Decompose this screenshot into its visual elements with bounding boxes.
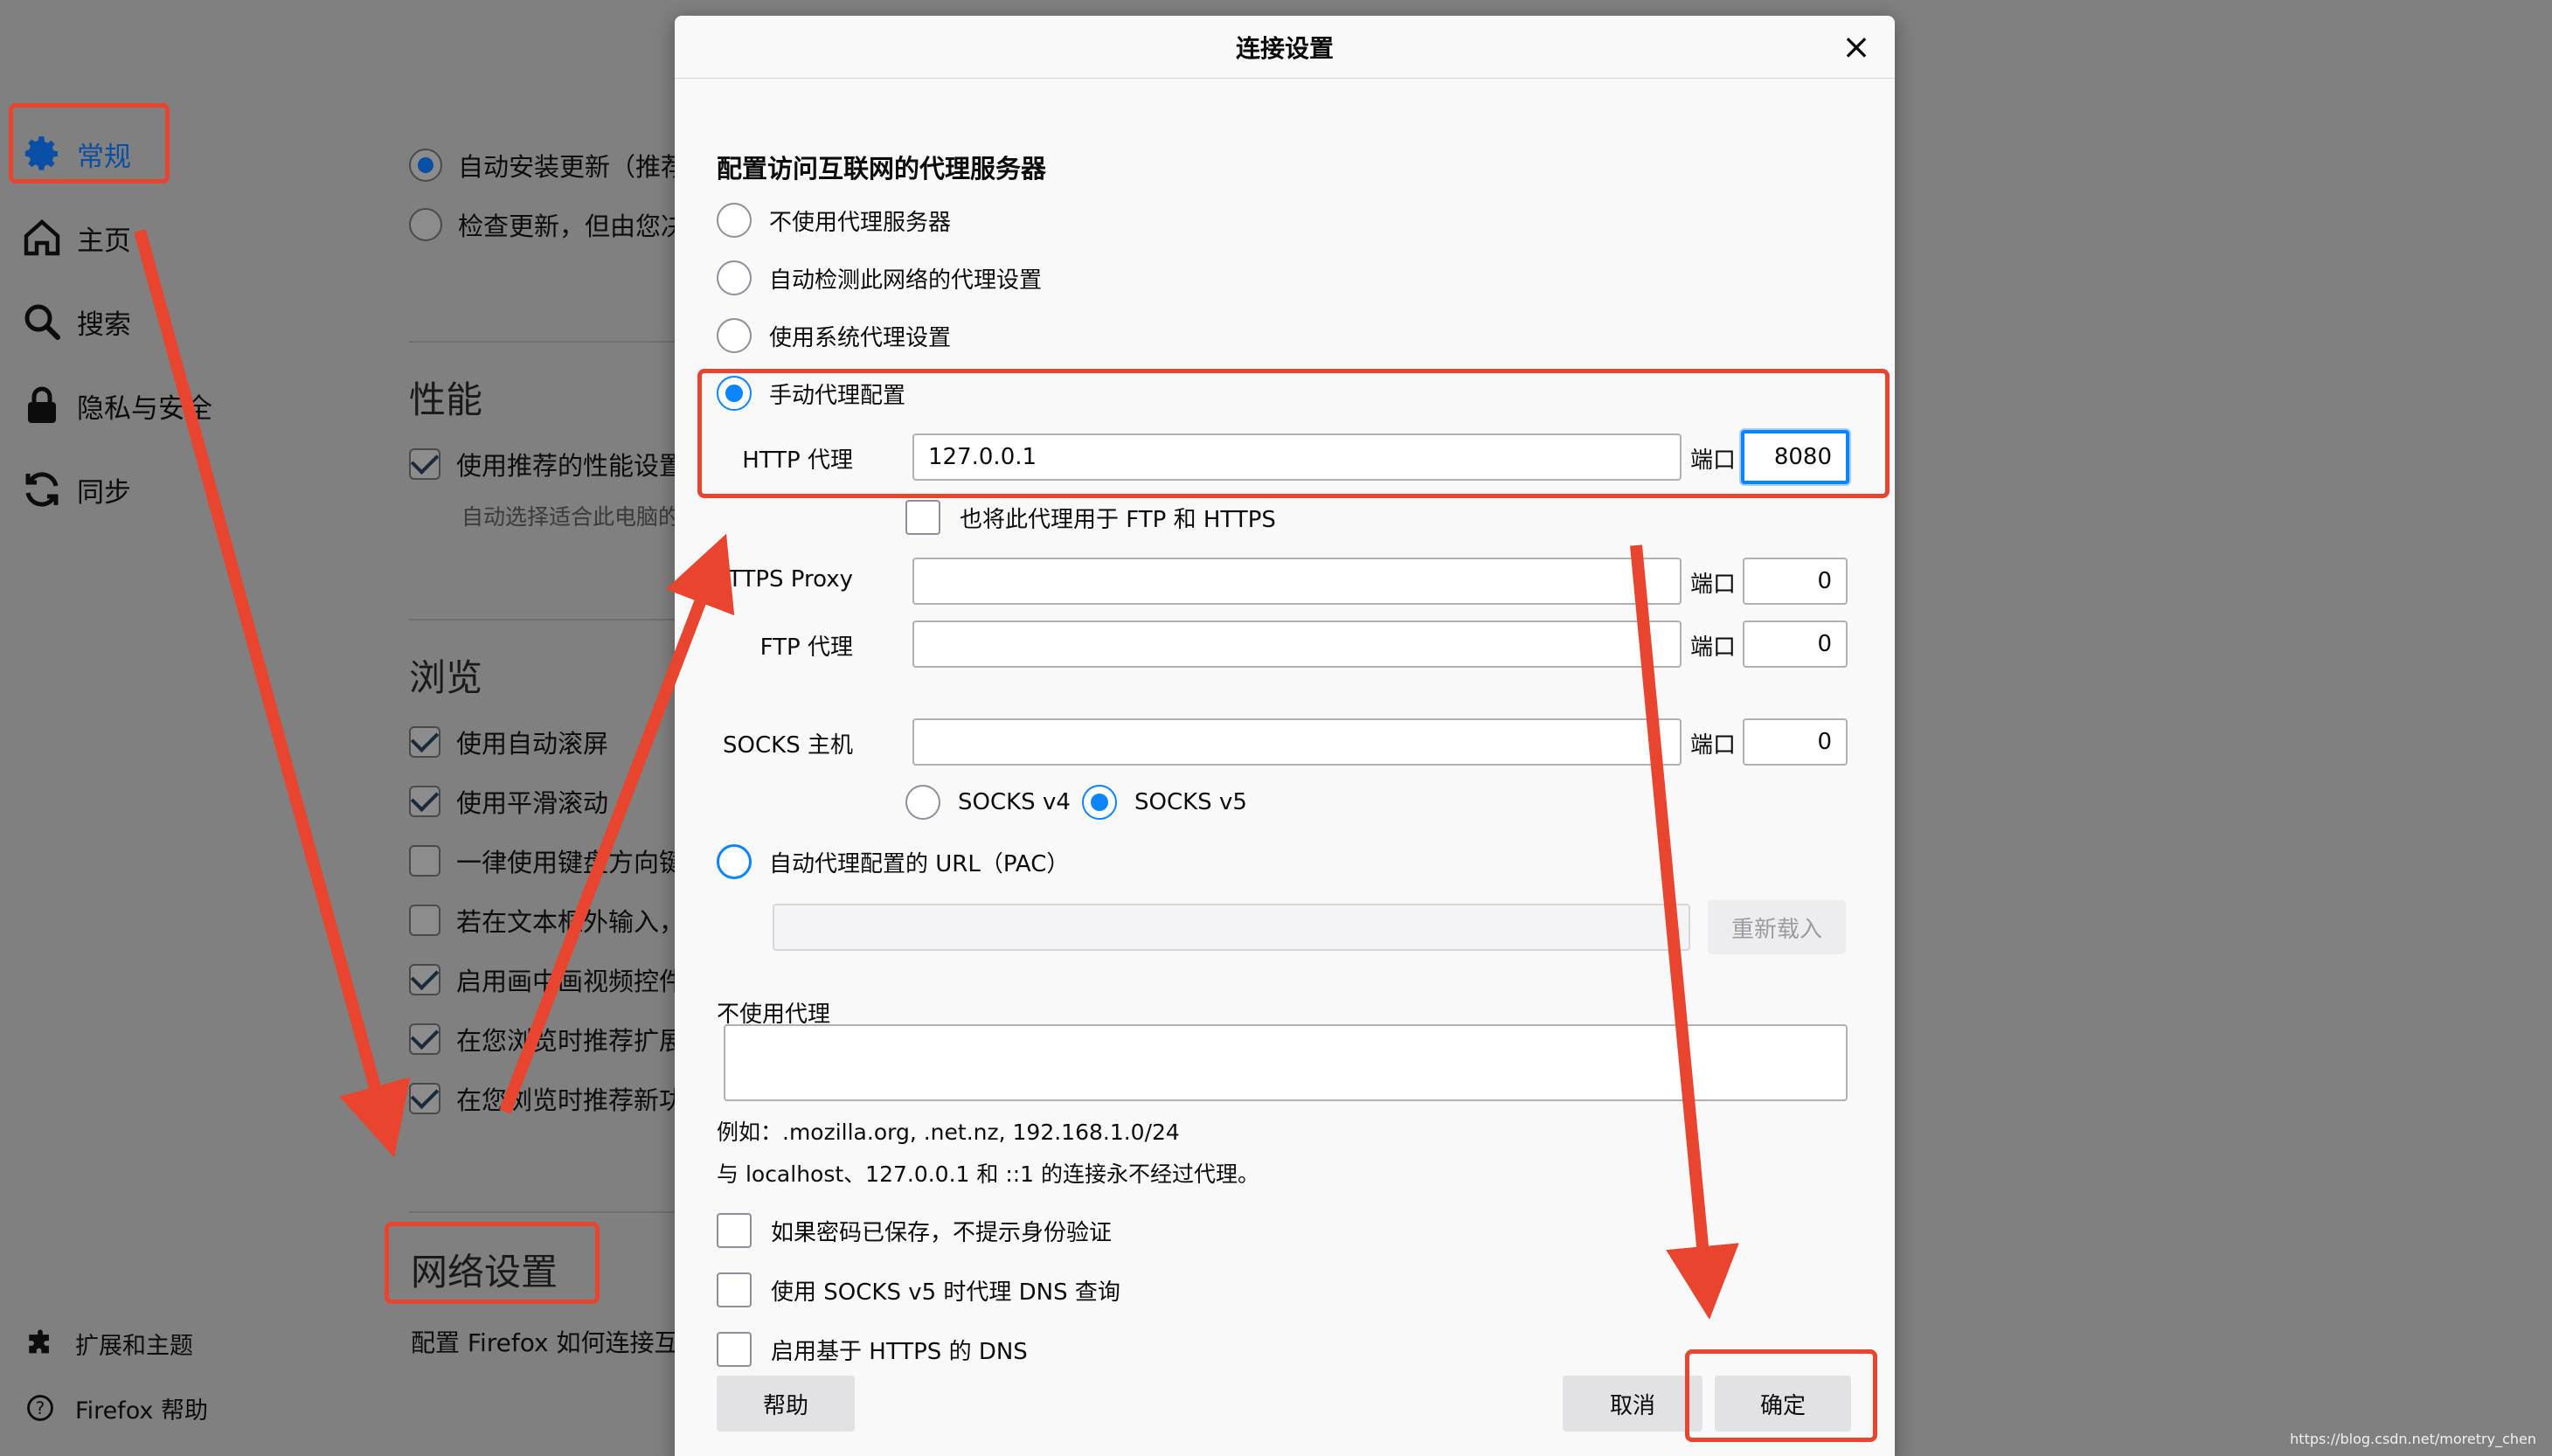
browsing-option[interactable]: 一律使用键盘方向键 bbox=[409, 841, 682, 881]
system-proxy-option[interactable]: 使用系统代理设置 bbox=[717, 318, 951, 353]
checkbox[interactable] bbox=[409, 1083, 440, 1114]
watermark: https://blog.csdn.net/moretry_chen bbox=[2290, 1431, 2536, 1447]
checkbox[interactable] bbox=[409, 905, 440, 936]
also-use-for-ftp-https-checkbox[interactable]: 也将此代理用于 FTP 和 HTTPS bbox=[905, 500, 1276, 535]
close-icon[interactable]: × bbox=[1837, 27, 1876, 67]
socks-host-label: SOCKS 主机 bbox=[723, 732, 853, 759]
browsing-heading: 浏览 bbox=[409, 656, 483, 699]
radio-button[interactable] bbox=[1082, 785, 1117, 820]
annotation-box-manual-proxy bbox=[697, 369, 1890, 498]
browsing-option[interactable]: 启用画中画视频控件 bbox=[409, 960, 682, 1000]
radio-button[interactable] bbox=[409, 208, 442, 241]
socks-port-label: 端口 bbox=[1690, 732, 1737, 759]
performance-subtext: 自动选择适合此电脑的 bbox=[461, 504, 681, 530]
browsing-option[interactable]: 在您浏览时推荐新功能 bbox=[409, 1078, 682, 1119]
sidebar-item-label: Firefox 帮助 bbox=[75, 1397, 208, 1425]
annotation-box-general bbox=[9, 103, 170, 184]
radio-button[interactable] bbox=[717, 318, 752, 353]
sidebar-item-addons[interactable]: 扩展和主题 bbox=[23, 1321, 193, 1365]
socks-dns-checkbox[interactable]: 使用 SOCKS v5 时代理 DNS 查询 bbox=[717, 1272, 1120, 1307]
cancel-button[interactable]: 取消 bbox=[1563, 1376, 1702, 1432]
socks-v5-option[interactable]: SOCKS v5 bbox=[1082, 785, 1247, 820]
radio-button[interactable] bbox=[717, 260, 752, 295]
checkbox[interactable] bbox=[717, 1332, 752, 1367]
pac-url-input[interactable] bbox=[773, 904, 1690, 951]
pac-url-option[interactable]: 自动代理配置的 URL（PAC） bbox=[717, 844, 1069, 879]
sidebar-item-label: 搜索 bbox=[77, 309, 131, 341]
auto-detect-proxy-option[interactable]: 自动检测此网络的代理设置 bbox=[717, 260, 1042, 295]
sidebar-item-sync[interactable]: 同步 bbox=[17, 454, 131, 524]
divider bbox=[409, 619, 682, 621]
socks-port-input[interactable]: 0 bbox=[1743, 718, 1848, 766]
checkbox[interactable] bbox=[717, 1272, 752, 1307]
sidebar-item-search[interactable]: 搜索 bbox=[17, 287, 131, 357]
checkbox[interactable] bbox=[905, 500, 940, 535]
reload-button[interactable]: 重新载入 bbox=[1708, 900, 1846, 954]
svg-text:?: ? bbox=[36, 1398, 45, 1418]
radio-button[interactable] bbox=[409, 149, 442, 182]
radio-button[interactable] bbox=[717, 844, 752, 879]
no-auth-prompt-checkbox[interactable]: 如果密码已保存，不提示身份验证 bbox=[717, 1213, 1112, 1248]
puzzle-icon bbox=[23, 1326, 58, 1361]
sidebar-item-label: 同步 bbox=[77, 476, 131, 509]
browsing-option[interactable]: 使用平滑滚动 bbox=[409, 781, 608, 822]
use-recommended-performance-checkbox[interactable]: 使用推荐的性能设置 bbox=[409, 444, 682, 484]
performance-heading: 性能 bbox=[409, 378, 483, 421]
sidebar-item-help[interactable]: ? Firefox 帮助 bbox=[23, 1386, 208, 1430]
annotation-box-network-settings bbox=[385, 1222, 600, 1304]
checkbox[interactable] bbox=[717, 1213, 752, 1248]
help-button[interactable]: 帮助 bbox=[717, 1376, 855, 1432]
https-port-label: 端口 bbox=[1690, 572, 1737, 598]
sidebar-item-home[interactable]: 主页 bbox=[17, 203, 131, 273]
sidebar-item-label: 主页 bbox=[77, 225, 131, 257]
browsing-option[interactable]: 在您浏览时推荐扩展 bbox=[409, 1019, 682, 1059]
localhost-note: 与 localhost、127.0.0.1 和 ::1 的连接永不经过代理。 bbox=[717, 1161, 1260, 1187]
no-proxy-for-textarea[interactable] bbox=[724, 1024, 1848, 1101]
divider bbox=[409, 341, 682, 343]
connection-settings-dialog: 连接设置 × 配置访问互联网的代理服务器 不使用代理服务器 自动检测此网络的代理… bbox=[675, 16, 1895, 1456]
ftp-port-input[interactable]: 0 bbox=[1743, 621, 1848, 668]
dialog-title: 连接设置 bbox=[675, 16, 1895, 79]
search-icon bbox=[17, 297, 66, 346]
radio-button[interactable] bbox=[905, 785, 940, 820]
socks-host-input[interactable] bbox=[912, 718, 1682, 766]
checkbox[interactable] bbox=[409, 786, 440, 817]
preferences-sidebar: 常规 主页 搜索 隐私与安全 同步 扩展和主题 ? Firefox 帮助 bbox=[0, 0, 385, 1456]
ftp-port-label: 端口 bbox=[1690, 634, 1737, 661]
checkbox[interactable] bbox=[409, 964, 440, 995]
sidebar-item-privacy[interactable]: 隐私与安全 bbox=[17, 371, 212, 440]
browsing-option[interactable]: 若在文本框外输入， bbox=[409, 900, 682, 940]
https-port-input[interactable]: 0 bbox=[1743, 558, 1848, 605]
help-icon: ? bbox=[23, 1390, 58, 1425]
check-updates-option[interactable]: 检查更新，但由您决定 bbox=[409, 205, 682, 245]
sync-icon bbox=[17, 465, 66, 514]
checkbox[interactable] bbox=[409, 726, 440, 758]
proxy-section-heading: 配置访问互联网的代理服务器 bbox=[717, 154, 1047, 184]
radio-button[interactable] bbox=[717, 203, 752, 238]
home-icon bbox=[17, 213, 66, 262]
browsing-option[interactable]: 使用自动滚屏 bbox=[409, 722, 608, 762]
no-proxy-option[interactable]: 不使用代理服务器 bbox=[717, 203, 951, 238]
auto-install-updates-option[interactable]: 自动安装更新（推荐 bbox=[409, 145, 682, 185]
checkbox[interactable] bbox=[409, 1023, 440, 1055]
ftp-proxy-host-input[interactable] bbox=[912, 621, 1682, 668]
checkbox[interactable] bbox=[409, 448, 440, 480]
network-settings-description: 配置 Firefox 如何连接互联网 bbox=[411, 1328, 682, 1357]
no-proxy-example: 例如：.mozilla.org, .net.nz, 192.168.1.0/24 bbox=[717, 1120, 1180, 1145]
https-proxy-label: HTTPS Proxy bbox=[711, 566, 853, 593]
sidebar-item-label: 扩展和主题 bbox=[75, 1332, 193, 1360]
divider bbox=[409, 1211, 682, 1213]
annotation-box-ok-button bbox=[1685, 1349, 1877, 1442]
ftp-proxy-label: FTP 代理 bbox=[759, 634, 853, 661]
socks-v4-option[interactable]: SOCKS v4 bbox=[905, 785, 1071, 820]
lock-icon bbox=[17, 381, 66, 430]
https-dns-checkbox[interactable]: 启用基于 HTTPS 的 DNS bbox=[717, 1332, 1028, 1367]
https-proxy-host-input[interactable] bbox=[912, 558, 1682, 605]
sidebar-item-label: 隐私与安全 bbox=[77, 392, 212, 425]
checkbox[interactable] bbox=[409, 845, 440, 877]
